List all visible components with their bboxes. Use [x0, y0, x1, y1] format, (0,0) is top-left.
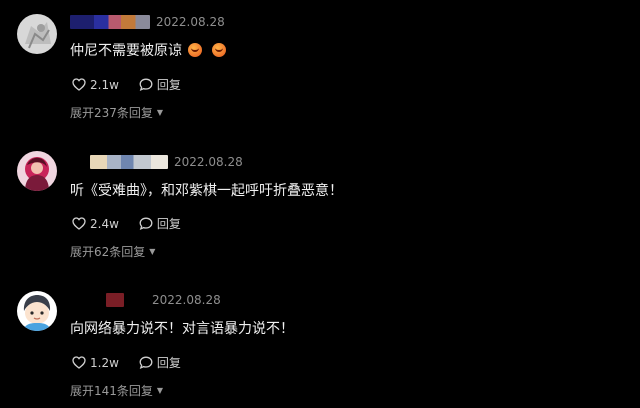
comment-date: 2022.08.28: [156, 15, 225, 29]
comment-actions: 2.4w 回复: [72, 215, 181, 232]
reply-label: 回复: [156, 217, 181, 231]
like-button[interactable]: 2.4w: [72, 217, 119, 231]
comment-text: 仲尼不需要被原谅: [70, 40, 226, 60]
chevron-down-icon: ▼: [149, 247, 156, 256]
reply-label: 回复: [156, 356, 181, 370]
avatar[interactable]: [17, 14, 57, 54]
like-button[interactable]: 2.1w: [72, 78, 119, 92]
comment-text: 听《受难曲》，和邓紫棋一起呼吁折叠恶意！: [70, 183, 343, 199]
heart-icon: [72, 356, 86, 369]
comment-date: 2022.08.28: [152, 293, 221, 307]
avatar[interactable]: [17, 291, 57, 331]
fire-face-emoji-icon: [188, 43, 202, 57]
like-count: 2.1w: [90, 77, 119, 92]
comment-text: 向网络暴力说不！对言语暴力说不！: [70, 321, 294, 337]
comment-meta: 2022.08.28: [70, 14, 225, 30]
comment-actions: 1.2w 回复: [72, 354, 181, 371]
fire-face-emoji-icon: [212, 43, 226, 57]
comment-meta: 2022.08.28: [90, 154, 243, 170]
comment-date: 2022.08.28: [174, 155, 243, 169]
avatar[interactable]: [17, 151, 57, 191]
heart-icon: [72, 78, 86, 91]
expand-replies-link[interactable]: 展开237条回复 ▼: [70, 104, 163, 121]
heart-icon: [72, 217, 86, 230]
like-count: 2.4w: [90, 216, 119, 231]
expand-replies-link[interactable]: 展开141条回复 ▼: [70, 382, 163, 399]
speech-bubble-icon: [139, 78, 153, 91]
like-count: 1.2w: [90, 355, 119, 370]
speech-bubble-icon: [139, 217, 153, 230]
expand-replies-link[interactable]: 展开62条回复 ▼: [70, 243, 155, 260]
reply-label: 回复: [156, 78, 181, 92]
speech-bubble-icon: [139, 356, 153, 369]
chevron-down-icon: ▼: [156, 386, 164, 395]
chevron-down-icon: ▼: [156, 108, 164, 117]
reply-button[interactable]: 回复: [139, 76, 181, 93]
blurred-username: [70, 15, 150, 29]
comment-actions: 2.1w 回复: [72, 76, 181, 93]
blurred-username: [90, 155, 168, 169]
blurred-username: [106, 293, 124, 307]
comment-meta: 2022.08.28: [106, 292, 221, 308]
like-button[interactable]: 1.2w: [72, 356, 119, 370]
reply-button[interactable]: 回复: [139, 354, 181, 371]
reply-button[interactable]: 回复: [139, 215, 181, 232]
